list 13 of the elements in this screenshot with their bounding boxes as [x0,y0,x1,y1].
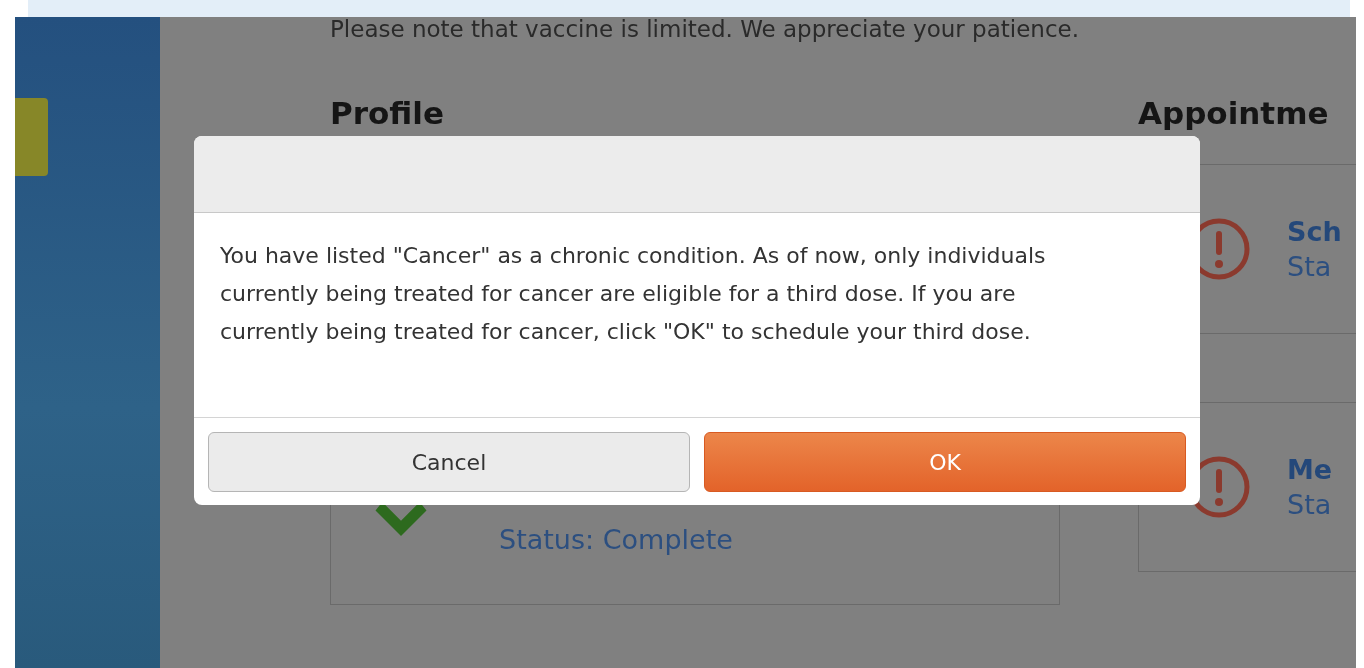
check-icon [375,502,427,536]
status-text: Sta [1287,489,1333,520]
ok-button[interactable]: OK [704,432,1186,492]
dialog-message: You have listed "Cancer" as a chronic condition. As of now, only individuals currently being treated for cancer are eligible for a third dose. If you are currently being treated for cancer, click "OK" to schedule your third dose. [220,242,1047,346]
card-title[interactable]: Sch [1287,216,1342,247]
appointments-heading: Appointme [1138,94,1330,132]
notice-text: Please note that vaccine is limited. We appreciate your patience. [330,17,1080,41]
status-text: Status: Complete [499,524,733,555]
card-title[interactable]: Me [1287,454,1333,485]
status-text: Sta [1287,251,1333,282]
cancel-button[interactable]: Cancel [208,432,690,492]
profile-heading: Profile [330,94,445,132]
sidebar-tab[interactable] [15,98,48,176]
